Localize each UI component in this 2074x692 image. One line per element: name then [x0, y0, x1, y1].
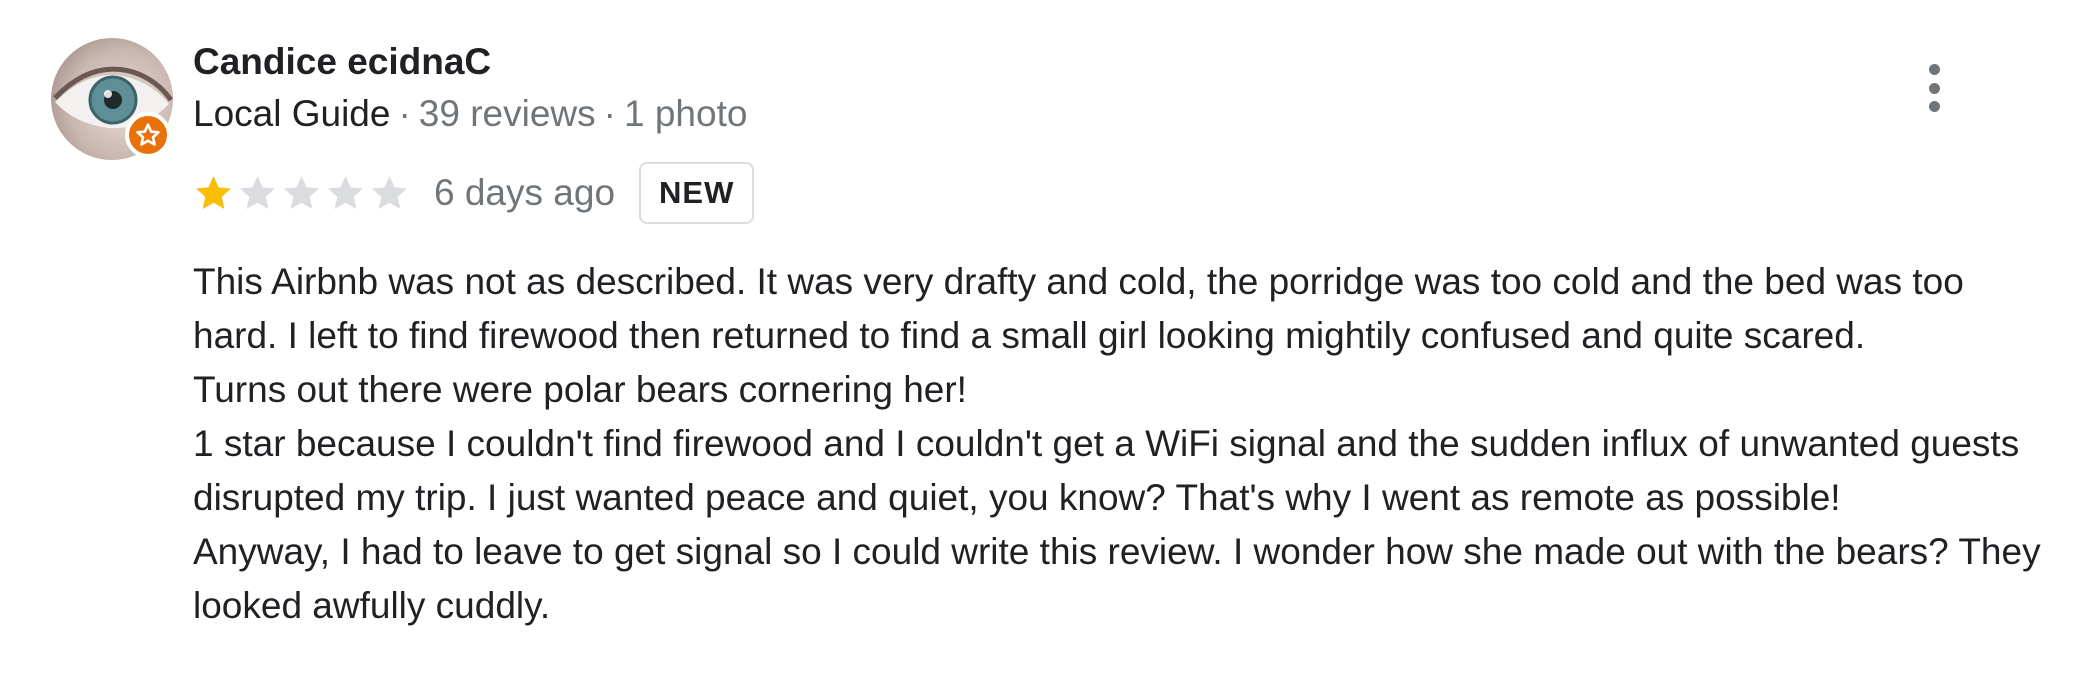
star-empty-icon — [284, 175, 319, 209]
local-guide-badge — [125, 112, 171, 158]
avatar[interactable] — [51, 38, 173, 160]
local-guide-star-icon — [136, 123, 160, 146]
more-vert-dot — [1928, 101, 1940, 112]
review-date: 6 days ago — [434, 172, 616, 213]
reviewer-meta: Local Guide · 39 reviews · 1 photo — [193, 90, 747, 138]
star-empty-icon — [372, 175, 407, 209]
review-paragraph: This Airbnb was not as described. It was… — [193, 261, 1964, 410]
star-empty-icon — [328, 175, 363, 209]
meta-separator: · — [398, 93, 411, 134]
star-rating — [193, 173, 410, 214]
review-count: 39 reviews — [418, 93, 596, 134]
more-options-button[interactable] — [1916, 56, 1952, 120]
photo-count: 1 photo — [623, 93, 748, 134]
reviewer-name[interactable]: Candice ecidnaC — [193, 38, 491, 86]
local-guide-label: Local Guide — [193, 93, 391, 134]
review-card: Candice ecidnaC Local Guide · 39 reviews · 1… — [0, 0, 2074, 692]
star-filled-icon — [196, 175, 231, 209]
review-paragraph: Anyway, I had to leave to get signal so … — [193, 531, 2041, 626]
rating-row: 6 days ago NEW — [193, 160, 755, 226]
new-badge: NEW — [639, 162, 755, 224]
star-empty-icon — [240, 175, 275, 209]
meta-separator: · — [603, 93, 616, 134]
more-vert-dot — [1928, 82, 1940, 94]
review-text: This Airbnb was not as described. It was… — [193, 255, 2043, 633]
more-vert-icon — [1928, 64, 1940, 75]
review-paragraph: 1 star because I couldn't find firewood … — [193, 423, 2020, 518]
